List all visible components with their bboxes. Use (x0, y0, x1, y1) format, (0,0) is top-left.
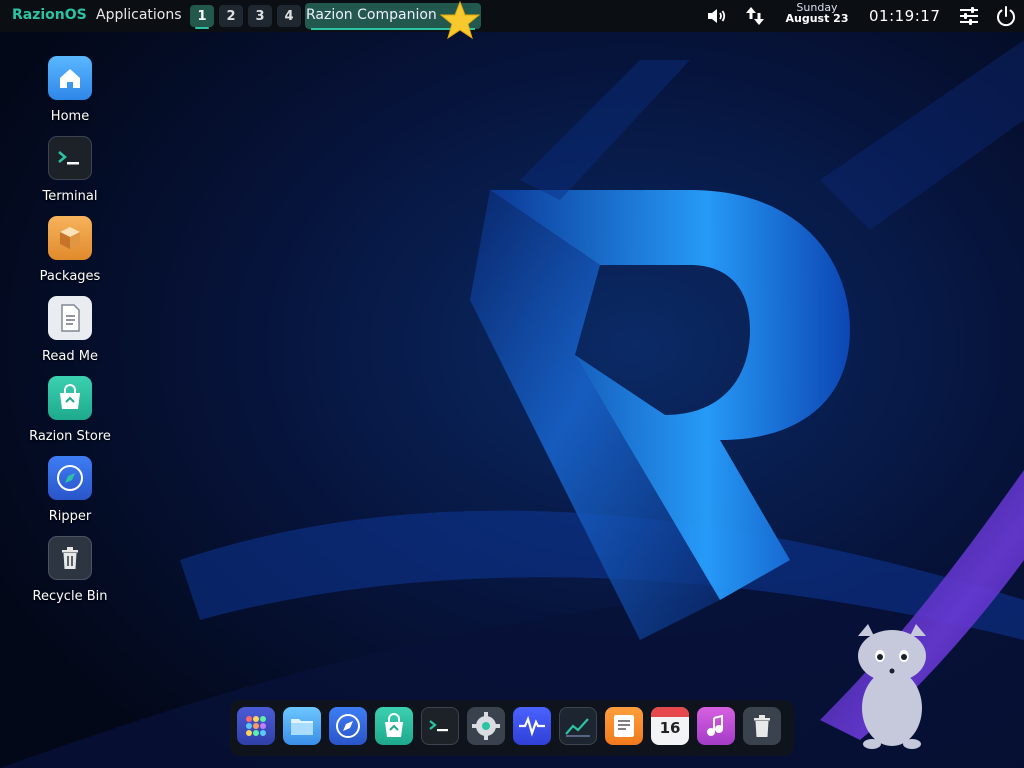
music-icon[interactable] (697, 707, 735, 745)
desktop-icon-ripper[interactable]: Ripper (20, 456, 120, 524)
desktop-icon-label: Razion Store (29, 429, 111, 444)
system-monitor-icon[interactable] (513, 707, 551, 745)
desktop-icon-label: Recycle Bin (32, 589, 108, 604)
terminal-icon (48, 136, 92, 180)
task-label: Razion Companion (306, 7, 437, 23)
desktop-icon-packages[interactable]: Packages (20, 216, 120, 284)
workspace-1-button[interactable]: 1 (190, 5, 214, 29)
workspace-2-button[interactable]: 2 (219, 5, 243, 27)
stats-icon[interactable] (559, 707, 597, 745)
dock: 16 (230, 700, 794, 756)
workspace-3-button[interactable]: 3 (248, 5, 272, 27)
browser-icon[interactable] (329, 707, 367, 745)
terminal-icon[interactable] (421, 707, 459, 745)
applications-menu[interactable]: Applications (96, 7, 182, 23)
desktop-icon-label: Home (50, 109, 90, 124)
brand-menu[interactable]: RazionOS (12, 7, 87, 23)
desktop-icon-read-me[interactable]: Read Me (20, 296, 120, 364)
clock[interactable]: 01:19:17 (869, 7, 940, 25)
package-icon (48, 216, 92, 260)
cat-mascot-icon (858, 624, 926, 749)
notes-icon[interactable] (605, 707, 643, 745)
power-icon[interactable] (994, 4, 1018, 28)
top-panel: RazionOS Applications 1 2 3 4 Razion Com… (0, 0, 1024, 40)
desktop-icon-label: Ripper (48, 509, 92, 524)
store-icon (48, 376, 92, 420)
taskbar-item-razion-companion[interactable]: Razion Companion (305, 0, 481, 40)
desktop-icon-terminal[interactable]: Terminal (20, 136, 120, 204)
network-icon[interactable] (743, 4, 767, 28)
home-icon (48, 56, 92, 100)
document-icon (48, 296, 92, 340)
desktop-icon-razion-store[interactable]: Razion Store (20, 376, 120, 444)
desktop-icon-label: Read Me (41, 349, 98, 364)
store-icon[interactable] (375, 707, 413, 745)
calendar-icon[interactable]: 16 (651, 707, 689, 745)
compass-icon (48, 456, 92, 500)
trash-icon (48, 536, 92, 580)
desktop-icon-home[interactable]: Home (20, 56, 120, 124)
files-icon[interactable] (283, 707, 321, 745)
trash-icon[interactable] (743, 707, 781, 745)
settings-sliders-icon[interactable] (957, 4, 981, 28)
date-display[interactable]: Sunday August 23 (780, 2, 854, 24)
workspace-4-button[interactable]: 4 (277, 5, 301, 27)
settings-icon[interactable] (467, 707, 505, 745)
app-grid-icon[interactable] (237, 707, 275, 745)
desktop-icon-recycle-bin[interactable]: Recycle Bin (20, 536, 120, 604)
date-full: August 23 (785, 12, 849, 25)
star-icon (439, 0, 481, 40)
desktop-icon-label: Terminal (42, 189, 98, 204)
volume-icon[interactable] (705, 4, 729, 28)
calendar-day: 16 (659, 719, 681, 737)
desktop-icon-label: Packages (39, 269, 101, 284)
